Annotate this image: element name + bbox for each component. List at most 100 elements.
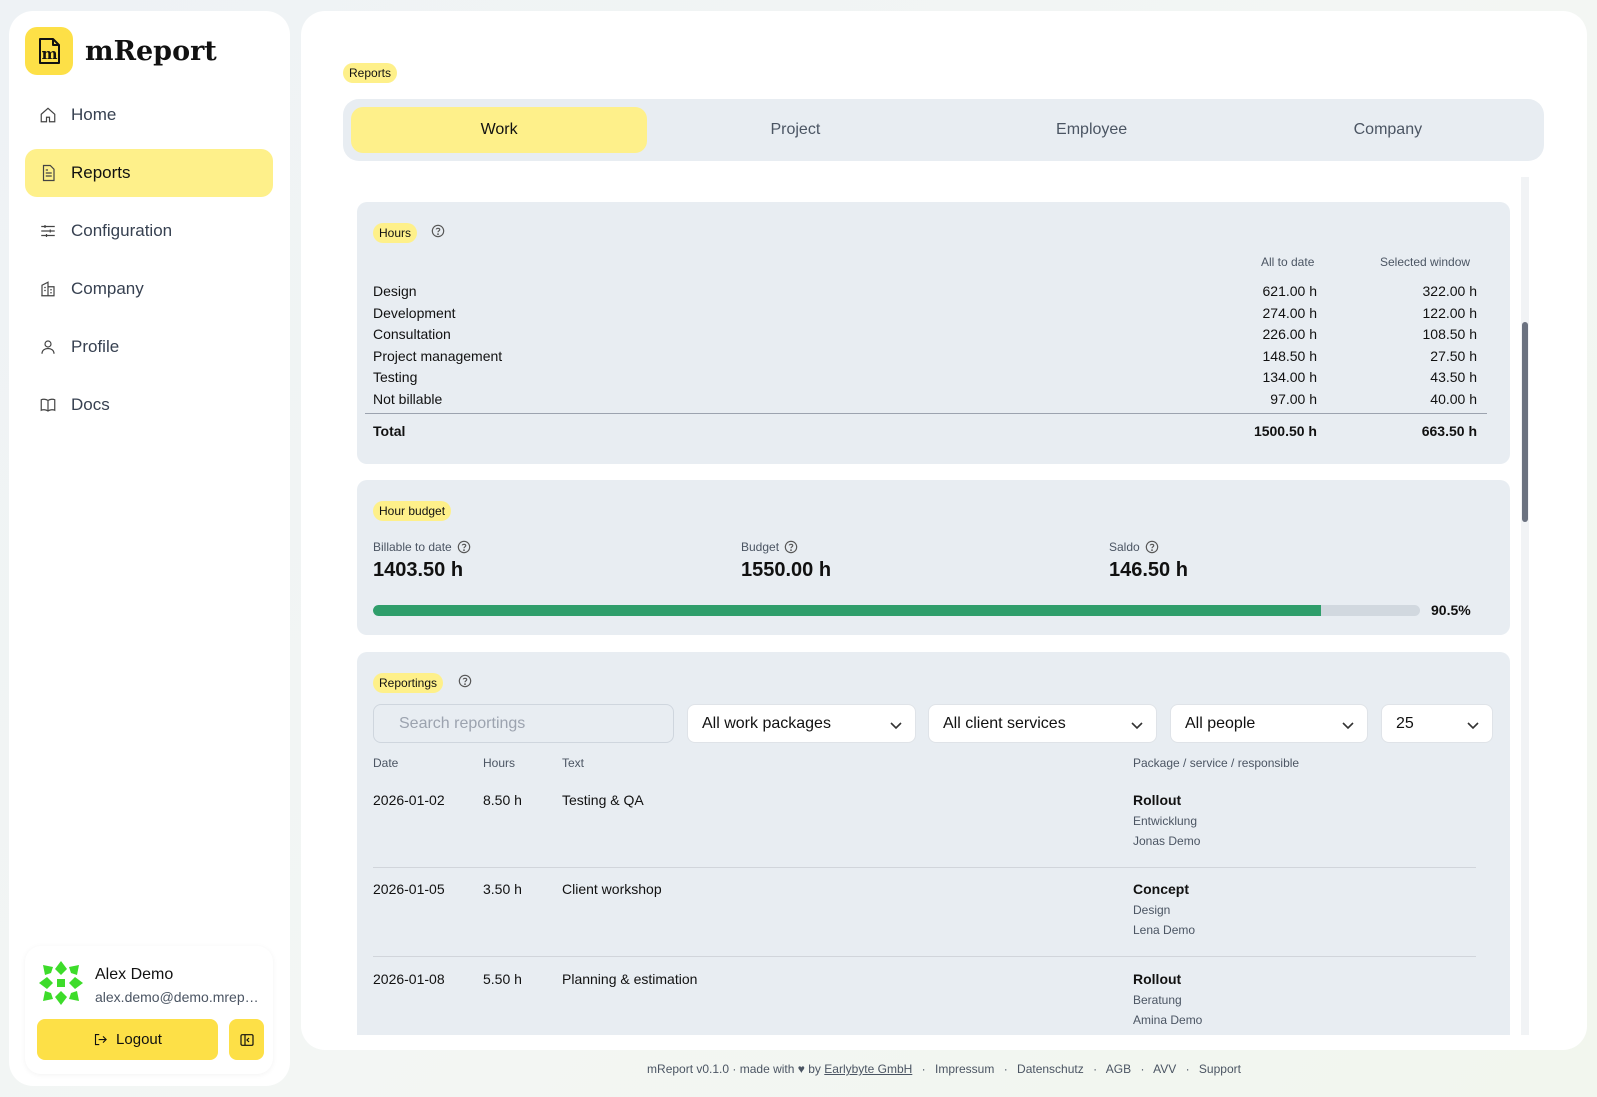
sidebar-item-profile[interactable]: Profile [25,323,273,371]
column-selected-window: Selected window [1380,255,1471,269]
table-row[interactable]: 2026-01-02 8.50 h Testing & QA Rollout E… [373,780,1476,868]
sidebar-nav: Home Reports Configuration Company Profi… [25,91,273,439]
report-content[interactable]: Hours All to date Selected window Design… [343,177,1522,1035]
page-size-select-value: 25 [1396,714,1414,732]
user-name: Alex Demo [95,966,174,983]
logo[interactable]: m mReport [25,27,217,75]
user-icon [41,340,55,354]
help-icon[interactable] [431,224,445,238]
hours-row-all: 97.00 h [1270,391,1317,407]
footer-link-avv[interactable]: AVV [1153,1062,1176,1076]
tab-project[interactable]: Project [647,107,943,153]
budget-value: 1550.00 h [741,559,832,581]
hours-row-label: Not billable [373,391,443,407]
hours-total-label: Total [373,423,406,439]
row-hours: 5.50 h [483,971,522,987]
help-icon[interactable] [784,540,798,554]
footer-link-impressum[interactable]: Impressum [935,1062,994,1076]
reportings-badge: Reportings [373,673,444,693]
hours-row-window: 27.50 h [1430,348,1477,364]
row-responsible: Lena Demo [1133,923,1196,937]
user-card: Alex Demo alex.demo@demo.mreport.io Logo… [25,946,273,1074]
book-icon [40,398,56,412]
reportings-card: Reportings All work packages All client … [357,652,1510,1035]
hours-row: Testing 134.00 h 43.50 h [373,369,1477,391]
footer-link-datenschutz[interactable]: Datenschutz [1017,1062,1084,1076]
hours-row-window: 43.50 h [1430,369,1477,385]
hours-row: Development 274.00 h 122.00 h [373,305,1477,327]
footer-company-link[interactable]: Earlybyte GmbH [824,1062,912,1076]
row-text: Planning & estimation [562,971,698,987]
report-icon [42,164,55,182]
main-panel: Reports Work Project Employee Company Ho… [301,11,1587,1050]
hours-row: Project management 148.50 h 27.50 h [373,348,1477,370]
sidebar-item-reports[interactable]: Reports [25,149,273,197]
people-select[interactable]: All people [1170,704,1368,743]
row-text: Testing & QA [562,792,644,808]
user-email: alex.demo@demo.mreport.io [95,989,263,1005]
tab-company[interactable]: Company [1240,107,1536,153]
row-package: Rollout [1133,792,1182,808]
logout-button[interactable]: Logout [37,1019,218,1060]
table-row[interactable]: 2026-01-05 3.50 h Client workshop Concep… [373,869,1476,957]
row-service: Beratung [1133,993,1182,1007]
client-service-select[interactable]: All client services [928,704,1157,743]
people-select-value: All people [1185,714,1256,732]
hours-row-window: 122.00 h [1422,305,1478,321]
sidebar-item-label: Reports [71,163,131,182]
hours-row-label: Development [373,305,456,321]
hours-card: Hours All to date Selected window Design… [357,202,1510,464]
saldo-stat: Saldo 146.50 h [1109,540,1188,582]
column-date: Date [373,756,399,770]
row-service: Design [1133,903,1171,917]
page-size-select[interactable]: 25 [1381,704,1493,743]
table-row[interactable]: 2026-01-08 5.50 h Planning & estimation … [373,959,1476,1035]
budget-progress-percent: 90.5% [1431,602,1471,618]
collapse-sidebar-button[interactable] [229,1019,264,1060]
saldo-value: 146.50 h [1109,559,1188,581]
hours-divider [365,413,1487,414]
scrollbar-track[interactable] [1521,177,1529,1035]
row-package: Rollout [1133,971,1182,987]
tab-work[interactable]: Work [351,107,648,153]
sidebar-item-label: Home [71,105,117,124]
row-date: 2026-01-08 [373,971,445,987]
help-icon[interactable] [1145,540,1159,554]
sidebar-item-company[interactable]: Company [25,265,273,313]
app-name: mReport [85,35,217,67]
search-input[interactable] [373,704,674,743]
chevron-down-icon [1131,722,1143,730]
sidebar-item-label: Profile [71,337,120,356]
hours-row-label: Consultation [373,326,451,342]
scrollbar-thumb[interactable] [1522,322,1528,522]
budget-badge: Hour budget [373,501,452,521]
hour-budget-card: Hour budget Billable to date 1403.50 h B… [357,480,1510,635]
column-all-to-date: All to date [1261,255,1315,269]
footer-version: mReport v0.1.0 · made with [647,1062,795,1076]
budget-progress-fill [373,605,1321,616]
avatar [37,959,85,1007]
help-icon[interactable] [458,674,472,688]
column-text: Text [562,756,585,770]
logo-icon: m [25,27,73,75]
sidebar-item-docs[interactable]: Docs [25,381,273,429]
tab-employee[interactable]: Employee [944,107,1240,153]
row-responsible: Amina Demo [1133,1013,1203,1027]
hours-row-all: 274.00 h [1262,305,1318,321]
work-package-select[interactable]: All work packages [687,704,916,743]
chevron-down-icon [1342,722,1354,730]
sidebar-item-configuration[interactable]: Configuration [25,207,273,255]
row-divider [373,867,1476,868]
help-icon[interactable] [457,540,471,554]
sidebar-item-label: Docs [71,395,110,414]
hours-row: Consultation 226.00 h 108.50 h [373,326,1477,348]
sidebar-item-home[interactable]: Home [25,91,273,139]
footer-link-agb[interactable]: AGB [1106,1062,1131,1076]
hours-row-label: Testing [373,369,418,385]
sidebar-item-label: Company [71,279,144,298]
client-service-select-value: All client services [943,714,1066,732]
footer-link-support[interactable]: Support [1199,1062,1241,1076]
page-badge: Reports [343,63,398,83]
hours-total-row: Total 1500.50 h 663.50 h [373,423,1477,445]
work-package-select-value: All work packages [702,714,831,732]
